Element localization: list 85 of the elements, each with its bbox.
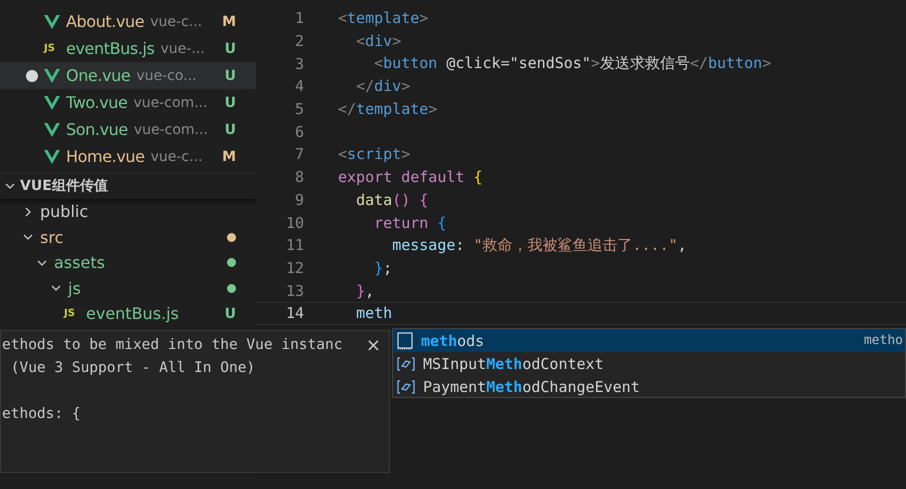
hover-text: ethods to be mixed into the Vue instanc [2, 336, 342, 355]
line-number: 11 [284, 236, 304, 254]
git-status: U [224, 306, 236, 322]
tree-item[interactable]: assets [0, 250, 256, 276]
line-number: 5 [294, 100, 304, 118]
folder-hint: vue-com... [133, 94, 209, 110]
file-name: One.vue [66, 66, 130, 85]
suggestion-label: methods [421, 332, 484, 350]
code-text: <div> [355, 32, 402, 50]
close-button[interactable]: × [358, 333, 389, 358]
code-text: data() { [355, 190, 428, 209]
suggestion-label: MSInputMethodContext [423, 354, 604, 372]
git-status: U [224, 122, 236, 138]
vue-logo-icon [44, 122, 60, 136]
code-text: </div> [355, 77, 410, 96]
suggestion-item[interactable]: MSInputMethodContext [393, 352, 905, 375]
suggestion-item[interactable]: PaymentMethodChangeEvent [393, 375, 905, 398]
code-text: return { [373, 214, 446, 232]
folder-hint: vue-... [160, 40, 206, 56]
tree-item[interactable]: JS eventBus.js U [0, 301, 256, 326]
explorer-section-header[interactable]: VUE组件传值 [0, 172, 256, 199]
vue-logo-icon [44, 150, 60, 164]
vue-logo-icon [44, 68, 60, 82]
folder-hint: vue-co... [136, 68, 198, 84]
cube-icon [397, 380, 415, 394]
code-text: </template> [338, 100, 438, 118]
line-number: 9 [294, 190, 304, 209]
file-name: eventBus.js [86, 304, 179, 324]
folder-name: assets [54, 253, 105, 272]
file-name: About.vue [66, 12, 144, 31]
line-number: 13 [284, 282, 304, 300]
folder-hint: vue-c... [150, 14, 204, 30]
suggestion-label: PaymentMethodChangeEvent [423, 378, 640, 396]
js-file-icon: JS [44, 43, 60, 54]
file-name: eventBus.js [66, 39, 154, 58]
section-title: VUE组件传值 [20, 177, 108, 195]
git-status: U [224, 68, 236, 84]
git-status: U [224, 40, 236, 56]
line-number: 12 [284, 258, 304, 277]
open-editor-item[interactable]: Home.vue vue-c... M [0, 143, 256, 170]
open-editor-item[interactable]: JS eventBus.js vue-... U [0, 35, 256, 62]
code-text: }; [373, 258, 392, 277]
square-icon [397, 332, 413, 350]
suggestion-detail: metho [864, 333, 904, 348]
open-editor-item[interactable]: One.vue vue-co... U [0, 62, 256, 89]
git-status: U [224, 94, 236, 110]
code-text: meth [355, 304, 392, 322]
hover-text: (Vue 3 Support - All In One) [10, 359, 256, 378]
open-editor-item[interactable]: About.vue vue-c... M [0, 8, 256, 35]
cube-icon [397, 356, 415, 370]
open-editor-item[interactable]: Son.vue vue-com... U [0, 116, 256, 143]
git-status: M [222, 148, 236, 164]
file-name: Home.vue [66, 147, 145, 166]
hover-code: ethods: { [2, 405, 81, 424]
vue-logo-icon [44, 96, 60, 110]
folder-name: js [68, 278, 81, 298]
open-editor-item[interactable]: Two.vue vue-com... U [0, 89, 256, 116]
code-text: message: "救命，我被鲨鱼追击了....", [391, 236, 687, 255]
line-number: 8 [294, 168, 304, 186]
vue-logo-icon [44, 14, 60, 28]
folder-name: src [40, 228, 64, 247]
code-text: <button @click="sendSos">发送求救信号</button> [373, 54, 772, 74]
code-text: export default { [338, 168, 482, 186]
tree-item[interactable]: src [0, 224, 256, 250]
code-text: <script> [338, 145, 410, 164]
js-file-icon: JS [64, 308, 80, 320]
tree-item[interactable]: public [0, 199, 256, 224]
line-number: 4 [294, 77, 304, 96]
code-text: }, [355, 282, 374, 300]
line-number: 2 [294, 32, 304, 50]
line-number: 6 [294, 122, 304, 141]
git-status: M [222, 14, 236, 30]
folder-hint: vue-c... [150, 148, 204, 164]
line-number: 1 [294, 9, 304, 28]
line-number: 7 [294, 145, 304, 164]
code-text: <template> [338, 9, 428, 28]
file-name: Son.vue [66, 120, 128, 139]
line-number: 10 [284, 214, 304, 232]
tree-item[interactable]: js [0, 276, 256, 301]
line-number: 14 [284, 304, 304, 322]
folder-name: public [40, 202, 88, 222]
suggestion-item[interactable]: methods metho [393, 329, 905, 352]
line-number: 3 [294, 54, 304, 73]
file-name: Two.vue [66, 93, 128, 112]
folder-hint: vue-com... [134, 122, 209, 138]
